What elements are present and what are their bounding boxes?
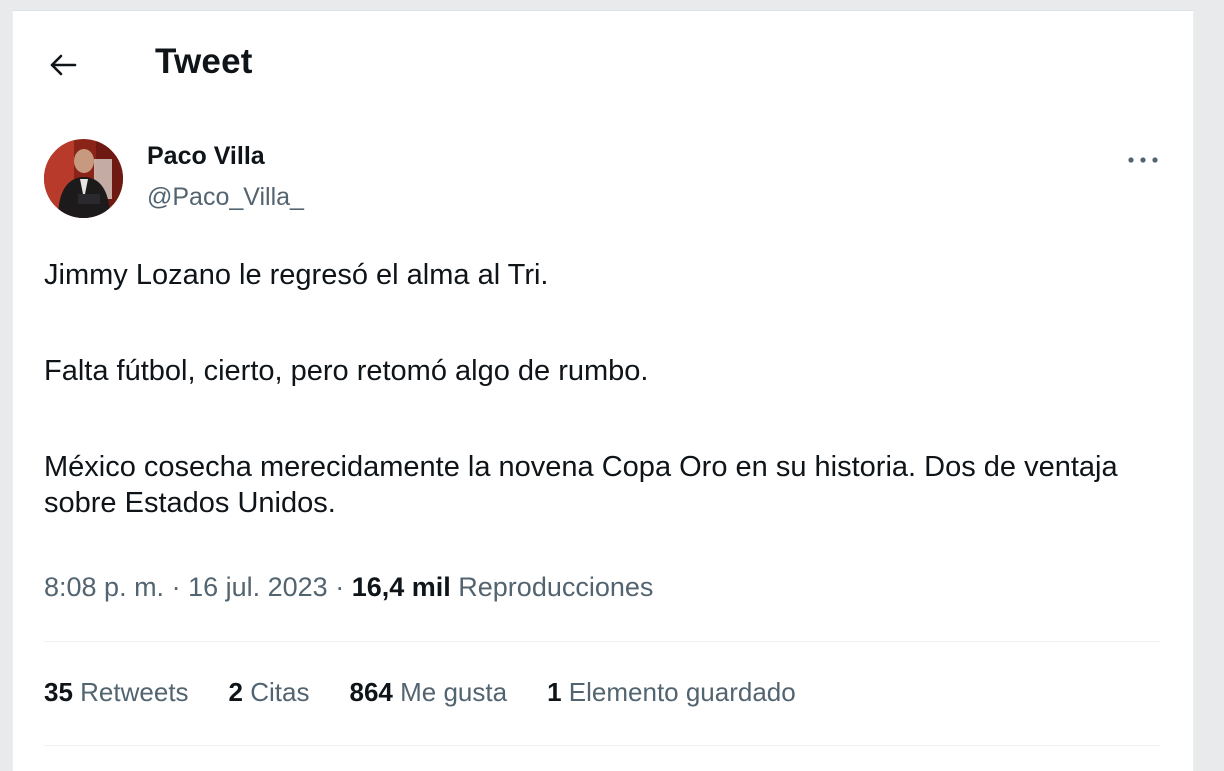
meta-separator: · (327, 572, 352, 602)
bookmarks-count: 1 (547, 677, 562, 707)
likes-label: Me gusta (400, 677, 508, 707)
avatar[interactable] (44, 139, 123, 218)
more-dots-icon (1128, 157, 1158, 163)
more-options-button[interactable] (1123, 145, 1163, 175)
tweet-paragraph: México cosecha merecidamente la novena C… (44, 451, 1118, 519)
views-label: Reproducciones (458, 572, 654, 602)
tweet-text: Jimmy Lozano le regresó el alma al Tri. … (44, 257, 1164, 521)
retweets-stat[interactable]: 35 Retweets (44, 677, 189, 708)
likes-stat[interactable]: 864 Me gusta (350, 677, 508, 708)
divider (44, 745, 1160, 746)
tweet-page: Tweet Paco Villa @Paco_Villa_ Jimmy Loza… (12, 10, 1194, 771)
divider (44, 641, 1160, 642)
bookmarks-label: Elemento guardado (568, 677, 796, 707)
views-count: 16,4 mil (351, 572, 451, 602)
quotes-count: 2 (228, 677, 244, 707)
arrow-left-icon (50, 54, 77, 76)
back-button[interactable] (43, 45, 83, 85)
page-header: Tweet (13, 11, 1193, 117)
likes-count: 864 (349, 677, 393, 707)
meta-separator: · (164, 572, 189, 602)
quotes-label: Citas (250, 677, 310, 707)
page-title: Tweet (155, 42, 253, 81)
tweet-paragraph: Falta fútbol, cierto, pero retomó algo d… (44, 355, 649, 387)
tweet-time[interactable]: 8:08 p. m. (44, 572, 164, 602)
author-name[interactable]: Paco Villa (147, 142, 265, 171)
avatar-image (44, 139, 123, 218)
tweet-paragraph: Jimmy Lozano le regresó el alma al Tri. (44, 259, 549, 291)
tweet-meta: 8:08 p. m. · 16 jul. 2023 · 16,4 mil Rep… (44, 572, 653, 603)
quotes-stat[interactable]: 2 Citas (229, 677, 310, 708)
tweet-date[interactable]: 16 jul. 2023 (188, 572, 328, 602)
tweet-stats: 35 Retweets 2 Citas 864 Me gusta 1 Eleme… (44, 677, 796, 708)
retweets-label: Retweets (80, 677, 189, 707)
retweets-count: 35 (44, 677, 73, 707)
author-handle[interactable]: @Paco_Villa_ (147, 183, 304, 212)
bookmarks-stat[interactable]: 1 Elemento guardado (547, 677, 796, 708)
